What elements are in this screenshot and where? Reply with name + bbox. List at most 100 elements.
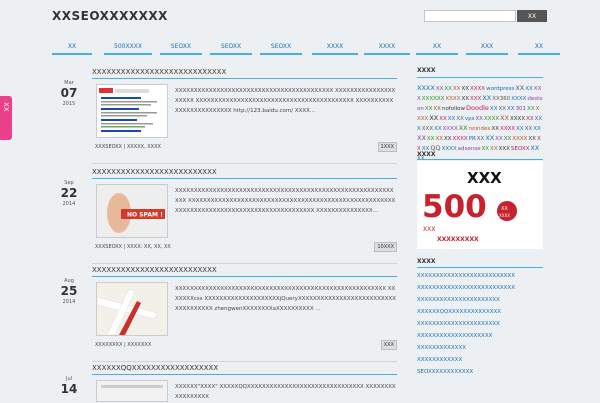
tag-link[interactable]: Doodle xyxy=(466,104,489,112)
tag-link[interactable]: XX xyxy=(433,106,441,112)
tag-link[interactable]: XX xyxy=(436,86,444,92)
comment-count[interactable]: 10XXX xyxy=(374,242,397,252)
recent-link[interactable]: XXXXXXXXXXXXXXXXXXXXXXXXXX xyxy=(417,273,515,279)
recent-link[interactable]: XXXXXXQQXXXXXXXXXXXXXX xyxy=(417,309,501,315)
recent-link[interactable]: XXXXXXXXXXXXXXXXXXXXXXXXXX xyxy=(417,285,515,291)
tag-link[interactable]: XX xyxy=(444,136,452,142)
tag-link[interactable]: XX xyxy=(475,116,483,122)
tag-link[interactable]: XX xyxy=(515,84,524,92)
post-thumbnail[interactable] xyxy=(96,380,168,402)
tag-link[interactable]: XXXX xyxy=(453,136,468,142)
tag-link[interactable]: wordpress xyxy=(486,86,514,92)
tag-link[interactable]: XXXX xyxy=(484,116,499,122)
tag-link[interactable]: XX xyxy=(439,116,447,122)
tag-link[interactable]: XX xyxy=(492,126,500,132)
tag-link[interactable]: XX xyxy=(500,114,509,122)
tag-link[interactable]: XX xyxy=(459,124,468,132)
tag-link[interactable]: 301 xyxy=(516,106,527,112)
tag-link[interactable]: XXXX xyxy=(512,136,527,142)
tag-link[interactable]: XX xyxy=(448,116,456,122)
tag-link[interactable]: XXXX xyxy=(417,84,435,92)
ad-slogan2: XXXXXXXXX xyxy=(437,236,479,243)
search-input[interactable] xyxy=(424,10,516,22)
tag-link[interactable]: XX xyxy=(490,146,498,152)
tag-link[interactable]: XX xyxy=(490,106,498,112)
nav-item-8[interactable]: XX xyxy=(416,40,458,55)
ad-banner[interactable]: XXX 500 XX XXXX XXX XXXXXXXXX xyxy=(417,161,543,249)
tag-link[interactable]: adsense xyxy=(458,146,481,152)
site-logo[interactable]: XXSEOXXXXXXX xyxy=(52,9,168,23)
tag-link[interactable]: XXXX xyxy=(445,96,460,102)
tag-link[interactable]: XX xyxy=(498,106,506,112)
recent-link[interactable]: XXXXXXXXXXXXXXXXXXXXXX xyxy=(417,321,500,327)
recent-link[interactable]: XXXXXXXXXXXXXXXXXXXX xyxy=(417,333,492,339)
nav-item-seo-3[interactable]: SEOXX xyxy=(260,40,302,55)
tag-link[interactable]: XX xyxy=(526,116,534,122)
tag-link[interactable]: XXX xyxy=(422,126,433,132)
nav-item-500[interactable]: 500XXXX xyxy=(104,40,152,55)
search-button[interactable]: XX xyxy=(517,10,547,22)
tag-link[interactable]: SEOXX xyxy=(511,146,529,152)
recent-link[interactable]: XXXXXXXXXXXXX xyxy=(417,345,466,351)
nav-item-10[interactable]: XX xyxy=(518,40,560,55)
nav-item-seo-1[interactable]: SEOXX xyxy=(160,40,202,55)
tag-link[interactable]: XX xyxy=(456,116,464,122)
tag-link[interactable]: XXXX xyxy=(511,96,526,102)
tag-link[interactable]: XXX xyxy=(499,146,510,152)
tag-link[interactable]: XX xyxy=(504,136,512,142)
post-thumbnail[interactable] xyxy=(96,84,168,138)
tag-link[interactable]: XXXX xyxy=(500,126,515,132)
post-thumbnail[interactable] xyxy=(96,282,168,336)
tag-link[interactable]: XXXX xyxy=(470,86,485,92)
post-title[interactable]: XXXXXXXXXXXXXXXXXXXXXXXXXX xyxy=(92,266,217,274)
tag-link[interactable]: XX xyxy=(477,136,485,142)
post-title[interactable]: XXXXXXXXXXXXXXXXXXXXXXXXXXXX xyxy=(92,68,226,76)
tag-link[interactable]: XX360 xyxy=(492,96,510,102)
tag-link[interactable]: XX xyxy=(427,136,435,142)
recent-link[interactable]: XXXXXXXXXXXX xyxy=(417,357,462,363)
post-title[interactable]: XXXXXXQQXXXXXXXXXXXXXXXXXX xyxy=(92,364,218,372)
tag-link[interactable]: XXXX xyxy=(443,126,458,132)
recent-link[interactable]: XXXXXXXXXXXXXXXXXXXXXX xyxy=(417,297,500,303)
tag-link[interactable]: XX xyxy=(444,86,452,92)
share-tab[interactable]: XX xyxy=(0,96,12,140)
nav-item-7[interactable]: XXXX xyxy=(364,40,410,55)
tag-link[interactable]: XX xyxy=(417,134,426,142)
comment-count[interactable]: XXX xyxy=(380,340,397,350)
tag-link[interactable]: XX xyxy=(485,134,494,142)
tag-link[interactable]: XX xyxy=(530,144,539,152)
tag-link[interactable]: XXXX xyxy=(510,116,525,122)
tag-link[interactable]: XX xyxy=(434,126,442,132)
nav-item-9[interactable]: XXX xyxy=(466,40,508,55)
tag-link[interactable]: XXXXXX xyxy=(422,96,445,102)
post-title[interactable]: XXXXXXXXXXXXXXXXXXXXXXXXXX xyxy=(92,168,217,176)
tag-link[interactable]: XX xyxy=(528,136,536,142)
comment-count[interactable]: 1XXX xyxy=(377,142,397,152)
tag-link[interactable]: XX xyxy=(429,114,438,122)
tag-link[interactable]: XX xyxy=(525,126,533,132)
tag-link[interactable]: XX xyxy=(482,94,491,102)
tag-link[interactable]: XX xyxy=(527,106,535,112)
tag-link[interactable]: XX xyxy=(461,86,469,92)
tag-link[interactable]: vps xyxy=(465,116,475,122)
tag-link[interactable]: XX xyxy=(507,106,515,112)
tag-link[interactable]: XX xyxy=(461,96,469,102)
tag-link[interactable]: XX xyxy=(453,86,461,92)
recent-link[interactable]: SEOXXXXXXXXXXXX xyxy=(417,369,473,375)
nav-item-seo-2[interactable]: SEOXX xyxy=(210,40,252,55)
tag-link[interactable]: XX xyxy=(516,126,524,132)
tag-link[interactable]: PR xyxy=(469,136,476,142)
tag-link[interactable]: nofollow xyxy=(442,106,465,112)
tag-link[interactable]: XX xyxy=(435,136,443,142)
nav-item-home[interactable]: XX xyxy=(52,40,92,55)
tag-link[interactable]: XX xyxy=(482,146,490,152)
post-thumbnail[interactable]: NO SPAM ! xyxy=(96,184,168,238)
tag-link[interactable]: XXXX xyxy=(442,146,457,152)
tag-link[interactable]: XX xyxy=(425,106,433,112)
tag-link[interactable]: XXX xyxy=(470,96,481,102)
nav-item-6[interactable]: XXXX xyxy=(312,40,358,55)
tag-link[interactable]: XX xyxy=(533,126,541,132)
tag-link[interactable]: XX xyxy=(495,136,503,142)
tag-link[interactable]: XX xyxy=(525,86,533,92)
tag-link[interactable]: noindex xyxy=(469,126,491,132)
